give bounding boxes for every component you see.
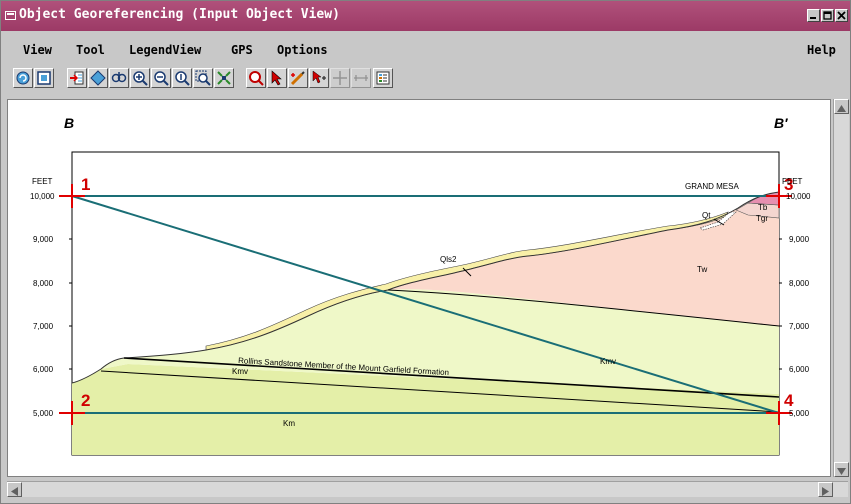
label-km: Km <box>283 419 295 428</box>
cross-section-figure: 1 2 3 4 B B′ FEET FEET 10,000 9,000 8,00… <box>30 115 811 456</box>
georef-window: Object Georeferencing (Input Object View… <box>0 0 851 504</box>
select-icon[interactable] <box>267 68 287 88</box>
title-bar[interactable]: Object Georeferencing (Input Object View… <box>1 1 850 31</box>
tick-left-5000: 5,000 <box>33 409 54 418</box>
window-title: Object Georeferencing (Input Object View… <box>19 7 340 22</box>
redraw-icon[interactable] <box>13 68 33 88</box>
menu-help[interactable]: Help <box>807 43 836 57</box>
edit-point-icon[interactable] <box>288 68 308 88</box>
zoom-full-icon[interactable] <box>214 68 234 88</box>
menu-bar: View Tool LegendView GPS Options Help <box>1 41 850 61</box>
maximize-icon[interactable] <box>821 9 834 22</box>
zoom-out-icon[interactable] <box>151 68 171 88</box>
label-tb: Tb <box>758 203 768 212</box>
georeference-add-icon[interactable] <box>67 68 87 88</box>
menu-options[interactable]: Options <box>277 43 328 57</box>
minimize-icon[interactable] <box>807 9 820 22</box>
legend-icon[interactable] <box>373 68 393 88</box>
scroll-down-icon[interactable] <box>834 462 849 477</box>
tick-right-5000: 5,000 <box>789 409 810 418</box>
section-end-left: B <box>64 115 74 131</box>
tick-right-7000: 7,000 <box>789 322 810 331</box>
examine-icon[interactable] <box>246 68 266 88</box>
tick-left-8000: 8,000 <box>33 279 54 288</box>
menu-gps[interactable]: GPS <box>231 43 253 57</box>
tick-left-6000: 6,000 <box>33 365 54 374</box>
zoom-in-icon[interactable] <box>130 68 150 88</box>
scroll-left-icon[interactable] <box>7 482 22 497</box>
menu-view[interactable]: View <box>23 43 52 57</box>
label-kmv-right: Kmv <box>600 357 616 366</box>
zoom-1x-icon[interactable] <box>172 68 192 88</box>
select-point-icon[interactable] <box>309 68 329 88</box>
vertical-scrollbar[interactable] <box>833 99 849 477</box>
full-view-icon[interactable] <box>34 68 54 88</box>
label-kmv-left: Kmv <box>232 367 248 376</box>
tick-right-10000: 10,000 <box>786 192 811 201</box>
crosshair-icon[interactable] <box>330 68 350 88</box>
zoom-box-icon[interactable] <box>193 68 213 88</box>
tick-left-9000: 9,000 <box>33 235 54 244</box>
scroll-up-icon[interactable] <box>834 99 849 114</box>
label-tw: Tw <box>697 265 707 274</box>
control-point-2-label: 2 <box>81 391 90 410</box>
left-elevation-axis: 10,000 9,000 8,000 7,000 6,000 5,000 <box>30 192 72 418</box>
menu-tool[interactable]: Tool <box>76 43 105 57</box>
measure-icon[interactable] <box>351 68 371 88</box>
control-point-1-label: 1 <box>81 175 90 194</box>
control-point-4-label: 4 <box>784 391 794 410</box>
horizontal-scrollbar[interactable] <box>7 481 848 497</box>
diamond-icon[interactable] <box>88 68 108 88</box>
axis-unit-left: FEET <box>32 177 53 186</box>
tick-left-10000: 10,000 <box>30 192 55 201</box>
tick-right-8000: 8,000 <box>789 279 810 288</box>
label-grand-mesa: GRAND MESA <box>685 182 739 191</box>
section-end-right: B′ <box>774 115 788 131</box>
menu-legendview[interactable]: LegendView <box>129 43 201 57</box>
window-menu-icon[interactable] <box>5 11 16 20</box>
close-icon[interactable] <box>835 9 848 22</box>
toolbar <box>1 65 850 93</box>
axis-unit-right: FEET <box>782 177 803 186</box>
object-view-canvas[interactable]: 1 2 3 4 B B′ FEET FEET 10,000 9,000 8,00… <box>7 99 831 477</box>
right-elevation-axis: 10,000 9,000 8,000 7,000 6,000 5,000 <box>779 192 811 418</box>
tick-left-7000: 7,000 <box>33 322 54 331</box>
label-qt: Qt <box>702 211 711 220</box>
label-qls2: Qls2 <box>440 255 457 264</box>
scroll-right-icon[interactable] <box>818 482 833 497</box>
tick-right-9000: 9,000 <box>789 235 810 244</box>
label-tgr: Tgr <box>756 214 768 223</box>
pan-icon[interactable] <box>109 68 129 88</box>
tick-right-6000: 6,000 <box>789 365 810 374</box>
